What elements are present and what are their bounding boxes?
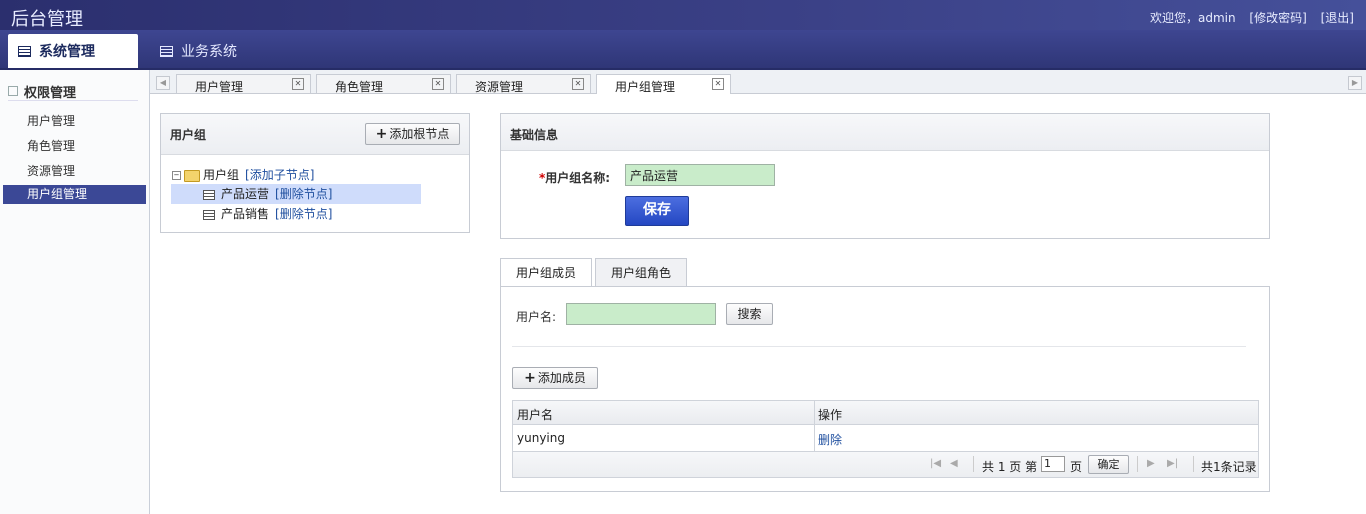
list-icon [160,45,173,57]
sidebar-section-permissions[interactable]: 权限管理 [8,82,76,101]
pager-separator [973,456,974,472]
pagination-bar: |◀ ◀ 共 1 页 第 1 页 确定 ▶ ▶| 共1条记录 [512,452,1259,478]
top-bar: 后台管理 欢迎您，admin [修改密码] [退出] [0,0,1366,30]
nav-tab-label: 系统管理 [39,44,95,60]
tab-group-members[interactable]: 用户组成员 [500,258,592,288]
plus-icon: + [524,370,536,386]
tab-group-roles[interactable]: 用户组角色 [595,258,687,287]
group-name-input[interactable]: 产品运营 [625,164,775,186]
close-icon[interactable]: ✕ [292,78,304,90]
tab-user-group-management[interactable]: 用户组管理 ✕ [596,74,731,94]
sidebar-item-roles[interactable]: 角色管理 [3,137,146,156]
confirm-page-button[interactable]: 确定 [1088,455,1129,474]
column-divider [814,401,815,424]
add-root-node-button[interactable]: + 添加根节点 [365,123,460,145]
sidebar-divider [8,100,138,101]
tree-node-label: 用户组 [203,168,240,182]
first-page-icon[interactable]: |◀ [930,458,941,469]
pager-separator [1193,456,1194,472]
sidebar-item-user-groups[interactable]: 用户组管理 [3,185,146,204]
page-tab-strip: ◀ 用户管理 ✕ 角色管理 ✕ 资源管理 ✕ 用户组管理 ✕ ▶ [150,70,1366,94]
sidebar-item-users[interactable]: 用户管理 [3,112,146,131]
nav-tab-business[interactable]: 业务系统 [150,34,270,68]
tab-role-management[interactable]: 角色管理 ✕ [316,74,451,94]
column-header-username: 用户名 [517,408,554,422]
pager-prefix: 共 1 页 第 [982,460,1038,474]
app-title: 后台管理 [11,9,83,30]
save-button[interactable]: 保存 [625,196,689,226]
tab-label: 角色管理 [335,80,384,94]
group-members-panel: 用户名: 搜索 + 添加成员 用户名 操作 yunying 删除 |◀ ◀ 共 1… [500,286,1270,492]
page-number-input[interactable]: 1 [1041,456,1065,472]
tree-node-label: 产品运营 [221,187,270,201]
list-icon [18,45,31,57]
tab-label: 资源管理 [475,80,524,94]
last-page-icon[interactable]: ▶| [1167,458,1178,469]
search-button[interactable]: 搜索 [726,303,773,325]
tree-node-root[interactable]: − 用户组 [添加子节点] [172,165,314,185]
tab-user-management[interactable]: 用户管理 ✕ [176,74,311,94]
sidebar-section-label: 权限管理 [24,86,77,101]
close-icon[interactable]: ✕ [572,78,584,90]
main-nav: 系统管理 业务系统 [0,30,1366,70]
tab-label: 用户组管理 [615,80,676,94]
welcome-text: 欢迎您，admin [1149,11,1236,25]
button-label: 添加成员 [537,371,586,385]
delete-node-link[interactable]: [删除节点] [275,187,332,201]
column-header-action: 操作 [818,408,843,422]
collapse-toggle-icon[interactable]: − [172,171,181,180]
add-member-button[interactable]: + 添加成员 [512,367,598,389]
scroll-right-icon[interactable]: ▶ [1348,76,1362,90]
delete-member-link[interactable]: 删除 [818,431,842,448]
folder-icon [184,169,200,182]
node-icon [203,189,215,200]
change-password-link[interactable]: [修改密码] [1249,11,1306,25]
nav-tab-label: 业务系统 [181,44,237,60]
column-divider [814,425,815,451]
panel-header: 用户组 + 添加根节点 [161,114,469,155]
logout-link[interactable]: [退出] [1321,11,1354,25]
members-table-header: 用户名 操作 [512,400,1259,425]
total-records: 共1条记录 [1201,460,1257,474]
tree-node-product-sales[interactable]: 产品销售 [删除节点] [171,204,332,224]
username-search-input[interactable] [566,303,716,325]
label-text: 用户组名称: [545,171,611,185]
scroll-left-icon[interactable]: ◀ [156,76,170,90]
pager-separator [1137,456,1138,472]
username-search-label: 用户名: [516,310,557,324]
table-row: yunying 删除 [512,425,1259,452]
user-group-tree-panel: 用户组 + 添加根节点 − 用户组 [添加子节点] 产品运营 [删除节点] 产品销售 [删… [160,113,470,233]
add-child-node-link[interactable]: [添加子节点] [245,168,314,182]
basic-info-panel: 基础信息 *用户组名称: 产品运营 保存 [500,113,1270,239]
panel-header: 基础信息 [501,114,1269,151]
top-links: 欢迎您，admin [修改密码] [退出] [1150,9,1354,26]
tree-node-product-operations[interactable]: 产品运营 [删除节点] [171,184,421,204]
tab-label: 用户管理 [195,80,244,94]
delete-node-link[interactable]: [删除节点] [275,207,332,221]
panel-title: 用户组 [170,128,207,142]
close-icon[interactable]: ✕ [432,78,444,90]
node-icon [203,209,215,220]
cell-username: yunying [517,431,565,445]
group-name-label: *用户组名称: [539,169,610,186]
divider [512,346,1246,347]
nav-tab-system[interactable]: 系统管理 [8,34,138,68]
button-label: 添加根节点 [389,127,450,141]
sidebar: 权限管理 用户管理 角色管理 资源管理 用户组管理 [0,70,150,514]
tree-node-label: 产品销售 [221,207,270,221]
pager-suffix: 页 [1070,460,1083,474]
tab-resource-management[interactable]: 资源管理 ✕ [456,74,591,94]
collapse-icon[interactable] [8,86,18,96]
panel-title: 基础信息 [510,128,559,142]
close-icon[interactable]: ✕ [712,78,724,90]
next-page-icon[interactable]: ▶ [1147,458,1155,469]
prev-page-icon[interactable]: ◀ [950,458,958,469]
sidebar-item-resources[interactable]: 资源管理 [3,162,146,181]
plus-icon: + [375,126,388,142]
